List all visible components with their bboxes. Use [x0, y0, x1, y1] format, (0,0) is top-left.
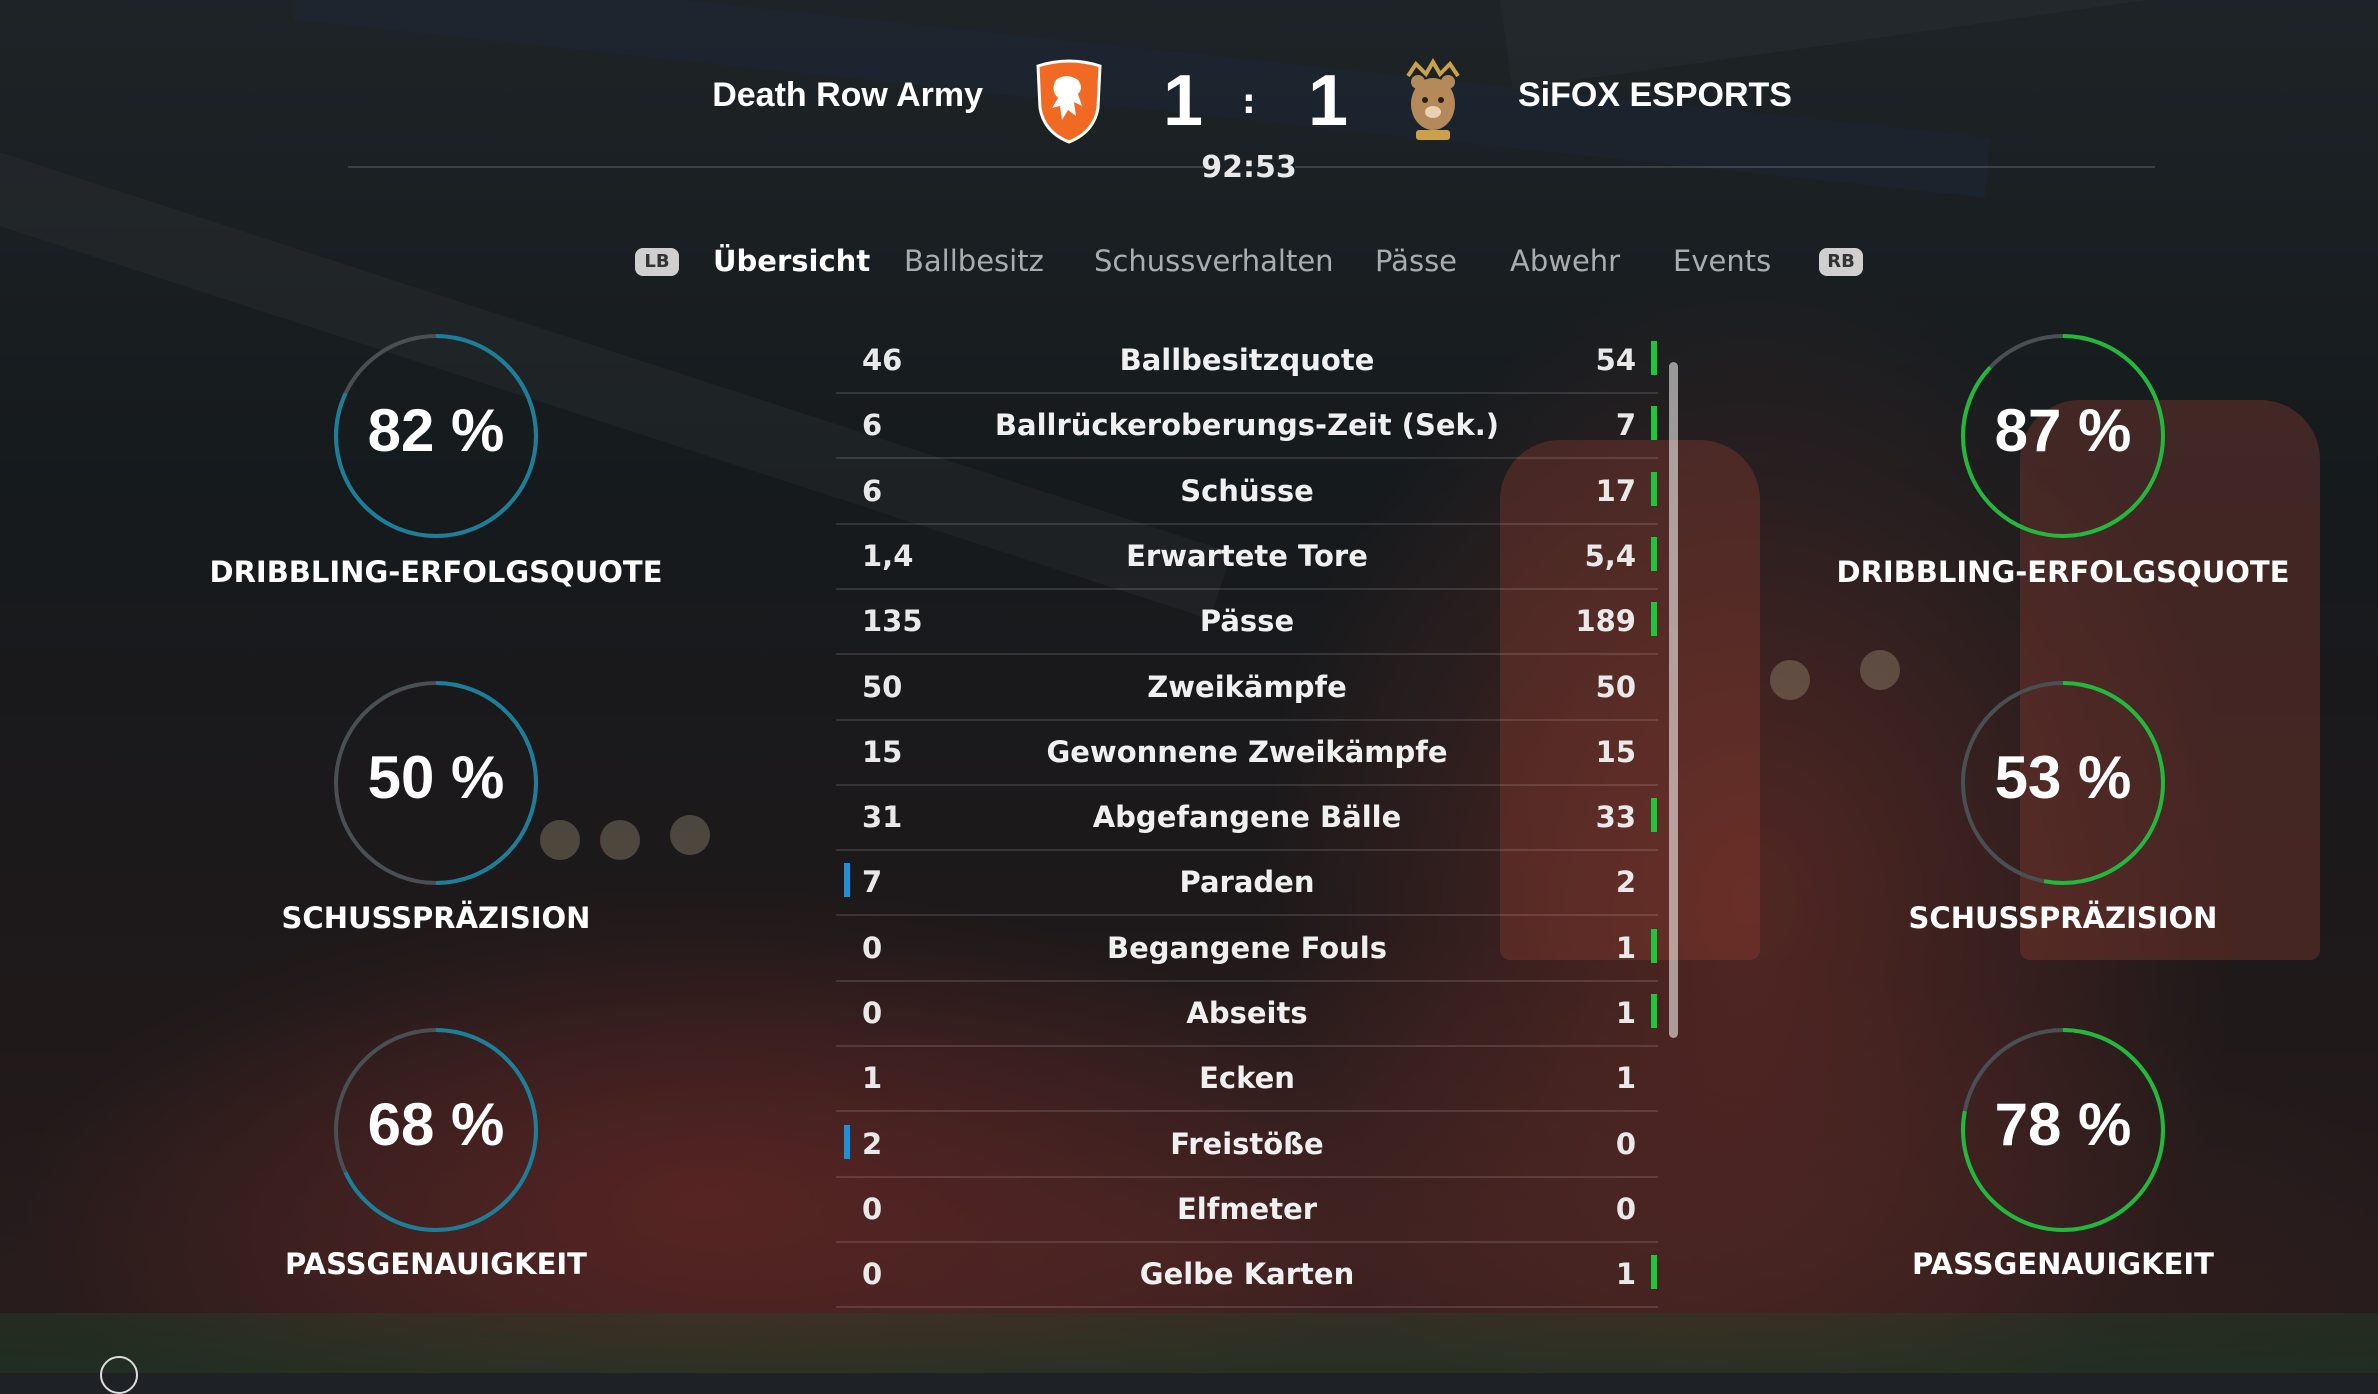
away-dribbling-value: 87 % — [1994, 397, 2132, 464]
stat-away-value: 1 — [1615, 930, 1636, 965]
stat-away-value: 15 — [1595, 734, 1636, 769]
stat-away-value: 33 — [1595, 800, 1636, 835]
stats-scrollbar[interactable] — [1669, 362, 1678, 1038]
stat-label: Begangene Fouls — [1107, 930, 1387, 965]
stat-label: Ecken — [1199, 1061, 1295, 1096]
stat-label: Schüsse — [1180, 473, 1314, 508]
away-leader-indicator — [1651, 994, 1657, 1028]
tab-paesse[interactable]: Pässe — [1375, 244, 1457, 278]
match-clock: 92:53 — [1201, 150, 1297, 185]
stat-row: 31 Abgefangene Bälle 33 — [836, 784, 1658, 852]
stat-row: 0 Gelbe Karten 1 — [836, 1241, 1658, 1309]
bear-crown-crest-icon — [1398, 58, 1468, 144]
orange-lion-crest-icon — [1034, 58, 1104, 144]
home-leader-indicator — [844, 863, 850, 898]
lb-bumper-icon[interactable]: LB — [635, 248, 679, 276]
stat-away-value: 54 — [1595, 343, 1636, 377]
away-leader-indicator — [1651, 406, 1657, 441]
score-separator: : — [1242, 82, 1256, 122]
stat-row: 46 Ballbesitzquote 54 — [836, 327, 1658, 394]
stat-label: Elfmeter — [1176, 1191, 1318, 1226]
stat-row: 50 Zweikämpfe 50 — [836, 654, 1658, 721]
stat-label: Freistöße — [1170, 1126, 1324, 1161]
home-dribbling-value: 82 % — [367, 397, 505, 464]
header-divider-right — [1295, 166, 2155, 168]
away-shot-accuracy-value: 53 % — [1994, 744, 2132, 811]
stat-row: 135 Pässe 189 — [836, 588, 1658, 656]
tab-uebersicht[interactable]: Übersicht — [713, 244, 870, 278]
home-dribbling-label: DRIBBLING-ERFOLGSQUOTE — [209, 555, 663, 589]
stat-row: 6 Schüsse 17 — [836, 458, 1658, 525]
stat-away-value: 17 — [1595, 473, 1636, 508]
header-divider-left — [348, 166, 1208, 168]
home-score: 1 — [1163, 61, 1204, 141]
away-leader-indicator — [1651, 602, 1657, 637]
stat-row: 0 Abseits 1 — [836, 980, 1658, 1047]
away-pass-accuracy-gauge: 78 % — [1953, 1020, 2173, 1240]
stat-away-value: 0 — [1615, 1126, 1636, 1161]
home-pass-accuracy-gauge: 68 % — [326, 1020, 546, 1240]
stat-row: 7 Paraden 2 — [836, 849, 1658, 917]
stat-label: Abseits — [1186, 996, 1308, 1030]
home-pass-accuracy-value: 68 % — [367, 1091, 505, 1158]
controller-hints-bar — [100, 1356, 146, 1394]
away-shot-accuracy-label: SCHUSSPRÄZISION — [1908, 901, 2218, 935]
home-shot-accuracy-gauge: 50 % — [326, 673, 546, 893]
stat-label: Gelbe Karten — [1139, 1257, 1355, 1292]
stat-label: Abgefangene Bälle — [1092, 800, 1402, 835]
stat-row: 1,4 Erwartete Tore 5,4 — [836, 523, 1658, 590]
stat-away-value: 1 — [1615, 996, 1636, 1030]
away-dribbling-label: DRIBBLING-ERFOLGSQUOTE — [1836, 555, 2290, 589]
home-pass-accuracy-label: PASSGENAUIGKEIT — [285, 1247, 587, 1281]
stat-label: Ballbesitzquote — [1119, 343, 1375, 377]
home-shot-accuracy-label: SCHUSSPRÄZISION — [281, 901, 591, 935]
away-leader-indicator — [1651, 471, 1657, 506]
stat-label: Gewonnene Zweikämpfe — [1046, 734, 1448, 769]
home-leader-indicator — [844, 1124, 850, 1159]
away-score: 1 — [1308, 61, 1349, 141]
rb-bumper-icon[interactable]: RB — [1819, 248, 1863, 276]
away-pass-accuracy-value: 78 % — [1994, 1091, 2132, 1158]
stat-away-value: 5,4 — [1584, 538, 1636, 573]
away-leader-indicator — [1651, 1255, 1657, 1290]
stat-away-value: 0 — [1615, 1191, 1636, 1226]
stat-row: 0 Elfmeter 0 — [836, 1176, 1658, 1243]
stat-label: Ballrückeroberungs-Zeit (Sek.) — [994, 408, 1500, 443]
stat-away-value: 50 — [1595, 669, 1636, 704]
tab-events[interactable]: Events — [1673, 244, 1771, 278]
stat-away-value: 2 — [1615, 865, 1636, 900]
home-dribbling-gauge: 82 % — [326, 326, 546, 546]
home-team-name: Death Row Army — [712, 76, 983, 114]
away-leader-indicator — [1651, 341, 1657, 375]
stat-row: 15 Gewonnene Zweikämpfe 15 — [836, 719, 1658, 786]
stat-label: Pässe — [1199, 604, 1295, 639]
stat-row: 0 Begangene Fouls 1 — [836, 915, 1658, 982]
away-team-name: SiFOX ESPORTS — [1518, 76, 1792, 114]
tab-ballbesitz[interactable]: Ballbesitz — [904, 244, 1044, 278]
tab-schussverhalten[interactable]: Schussverhalten — [1094, 244, 1334, 278]
stat-label: Zweikämpfe — [1147, 669, 1347, 704]
tab-abwehr[interactable]: Abwehr — [1510, 244, 1620, 278]
stat-away-value: 1 — [1615, 1257, 1636, 1292]
away-shot-accuracy-gauge: 53 % — [1953, 673, 2173, 893]
stat-label: Erwartete Tore — [1126, 538, 1368, 573]
stat-row: 6 Ballrückeroberungs-Zeit (Sek.) 7 — [836, 392, 1658, 460]
stat-away-value: 1 — [1615, 1061, 1636, 1096]
stat-away-value: 189 — [1575, 604, 1636, 639]
stat-label: Paraden — [1179, 865, 1315, 900]
home-shot-accuracy-value: 50 % — [367, 744, 505, 811]
away-leader-indicator — [1651, 798, 1657, 833]
controller-button-icon — [100, 1356, 138, 1394]
away-dribbling-gauge: 87 % — [1953, 326, 2173, 546]
stat-row: 2 Freistöße 0 — [836, 1111, 1658, 1178]
stat-row: 1 Ecken 1 — [836, 1045, 1658, 1113]
away-leader-indicator — [1651, 928, 1657, 963]
away-pass-accuracy-label: PASSGENAUIGKEIT — [1912, 1247, 2214, 1281]
stat-away-value: 7 — [1615, 408, 1636, 443]
away-leader-indicator — [1651, 536, 1657, 571]
